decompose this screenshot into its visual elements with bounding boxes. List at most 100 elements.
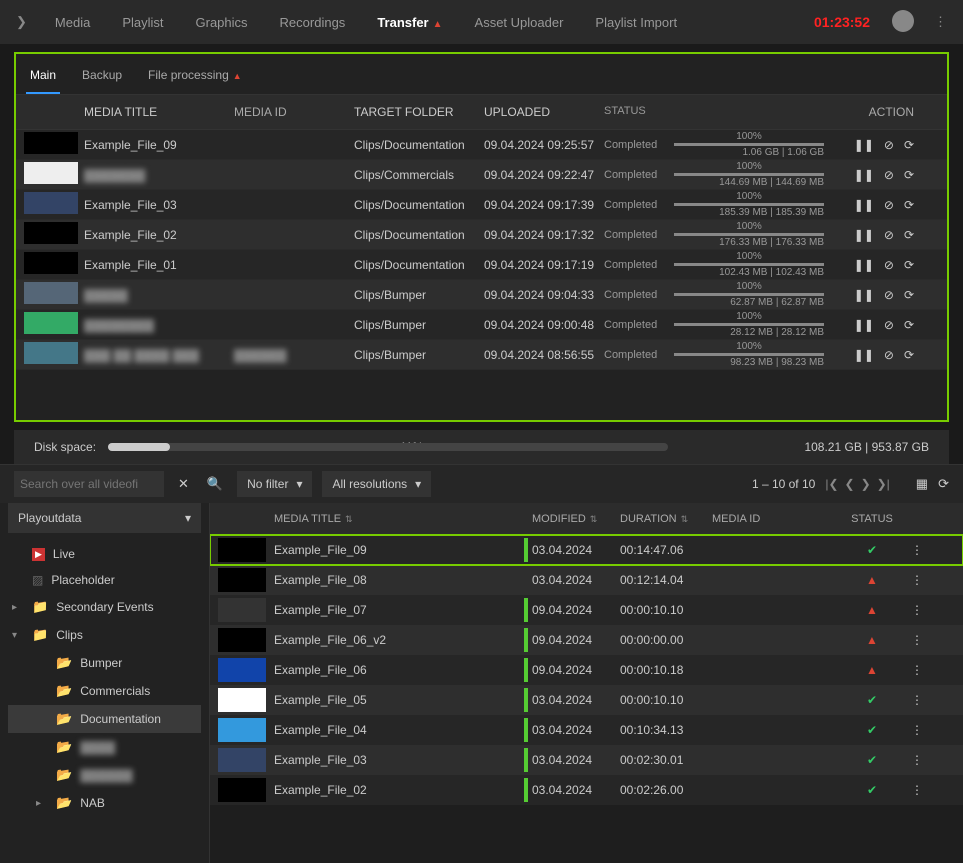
- row-menu-icon[interactable]: ⋮: [911, 783, 923, 797]
- topnav-tab-graphics[interactable]: Graphics: [182, 5, 262, 40]
- page-first-icon[interactable]: |❮: [825, 477, 838, 491]
- row-menu-icon[interactable]: ⋮: [911, 663, 923, 677]
- page-prev-icon[interactable]: ❮: [845, 477, 855, 491]
- transfer-row[interactable]: ▓▓▓▓▓ Clips/Bumper 09.04.2024 09:04:33 C…: [16, 280, 947, 310]
- transfer-row[interactable]: Example_File_01 Clips/Documentation 09.0…: [16, 250, 947, 280]
- media-row[interactable]: Example_File_06 09.04.2024 00:00:10.18 ▲…: [210, 655, 963, 685]
- retry-icon[interactable]: ⟳: [904, 228, 914, 242]
- cancel-icon[interactable]: ⊘: [884, 168, 894, 182]
- tree-item-clips[interactable]: ▾📁Clips: [8, 621, 201, 649]
- cancel-icon[interactable]: ⊘: [884, 198, 894, 212]
- tree-item-placeholder[interactable]: ▨Placeholder: [8, 567, 201, 593]
- topnav-tab-playlist[interactable]: Playlist: [108, 5, 177, 40]
- transfer-tab-main[interactable]: Main: [26, 62, 60, 94]
- live-icon: ▶: [32, 548, 45, 561]
- topnav-tab-recordings[interactable]: Recordings: [266, 5, 360, 40]
- row-menu-icon[interactable]: ⋮: [911, 723, 923, 737]
- retry-icon[interactable]: ⟳: [904, 258, 914, 272]
- row-menu-icon[interactable]: ⋮: [911, 573, 923, 587]
- tree-root-select[interactable]: Playoutdata▾: [8, 503, 201, 533]
- topnav-tab-playlist-import[interactable]: Playlist Import: [581, 5, 691, 40]
- nav-expand-icon[interactable]: ❯: [10, 8, 33, 36]
- topnav-tab-asset-uploader[interactable]: Asset Uploader: [461, 5, 578, 40]
- row-menu-icon[interactable]: ⋮: [911, 633, 923, 647]
- cancel-icon[interactable]: ⊘: [884, 348, 894, 362]
- retry-icon[interactable]: ⟳: [904, 168, 914, 182]
- mcol-duration[interactable]: DURATION: [620, 513, 677, 525]
- transfer-row[interactable]: ▓▓▓▓▓▓▓ Clips/Commercials 09.04.2024 09:…: [16, 160, 947, 190]
- row-menu-icon[interactable]: ⋮: [911, 603, 923, 617]
- row-menu-icon[interactable]: ⋮: [911, 753, 923, 767]
- tree-item-bumper[interactable]: 📂Bumper: [8, 649, 201, 677]
- pause-icon[interactable]: ❚❚: [854, 258, 874, 272]
- retry-icon[interactable]: ⟳: [904, 198, 914, 212]
- resolution-dropdown[interactable]: All resolutions▾: [322, 471, 431, 497]
- tree-item-nab[interactable]: ▸📂NAB: [8, 789, 201, 817]
- media-modified: 03.04.2024: [532, 753, 620, 767]
- mcol-id[interactable]: MEDIA ID: [712, 513, 760, 525]
- filter-dropdown[interactable]: No filter▾: [237, 471, 312, 497]
- search-input[interactable]: [14, 471, 164, 497]
- transfer-row[interactable]: ▓▓▓ ▓▓ ▓▓▓▓ ▓▓▓ ▓▓▓▓▓▓ Clips/Bumper 09.0…: [16, 340, 947, 370]
- row-menu-icon[interactable]: ⋮: [911, 543, 923, 557]
- retry-icon[interactable]: ⟳: [904, 318, 914, 332]
- pause-icon[interactable]: ❚❚: [854, 198, 874, 212]
- clear-icon[interactable]: ✕: [174, 472, 193, 496]
- media-title: Example_File_04: [274, 723, 524, 737]
- tree-item-live[interactable]: ▶Live: [8, 541, 201, 567]
- media-row[interactable]: Example_File_07 09.04.2024 00:00:10.10 ▲…: [210, 595, 963, 625]
- pause-icon[interactable]: ❚❚: [854, 318, 874, 332]
- cancel-icon[interactable]: ⊘: [884, 228, 894, 242]
- transfer-row[interactable]: Example_File_02 Clips/Documentation 09.0…: [16, 220, 947, 250]
- status-warn-icon: ▲: [866, 633, 878, 647]
- pause-icon[interactable]: ❚❚: [854, 138, 874, 152]
- refresh-icon[interactable]: ⟳: [938, 476, 949, 492]
- sort-icon[interactable]: ⇅: [345, 514, 353, 524]
- status-bar: [524, 688, 528, 712]
- transfer-table: MEDIA TITLE MEDIA ID TARGET FOLDER UPLOA…: [16, 95, 947, 370]
- media-row[interactable]: Example_File_03 03.04.2024 00:02:30.01 ✔…: [210, 745, 963, 775]
- media-row[interactable]: Example_File_04 03.04.2024 00:10:34.13 ✔…: [210, 715, 963, 745]
- pause-icon[interactable]: ❚❚: [854, 348, 874, 362]
- tree-item-documentation[interactable]: 📂Documentation: [8, 705, 201, 733]
- topnav-tab-transfer[interactable]: Transfer▲: [363, 5, 456, 40]
- retry-icon[interactable]: ⟳: [904, 138, 914, 152]
- page-last-icon[interactable]: ❯|: [877, 477, 890, 491]
- media-row[interactable]: Example_File_06_v2 09.04.2024 00:00:00.0…: [210, 625, 963, 655]
- transfer-row[interactable]: Example_File_03 Clips/Documentation 09.0…: [16, 190, 947, 220]
- tree-item-▓▓▓▓▓▓[interactable]: 📂▓▓▓▓▓▓: [8, 761, 201, 789]
- mcol-title[interactable]: MEDIA TITLE: [274, 513, 341, 525]
- cancel-icon[interactable]: ⊘: [884, 258, 894, 272]
- tree-item-secondary-events[interactable]: ▸📁Secondary Events: [8, 593, 201, 621]
- row-title: ▓▓▓▓▓▓▓: [84, 168, 234, 182]
- sort-icon[interactable]: ⇅: [681, 514, 689, 524]
- pause-icon[interactable]: ❚❚: [854, 168, 874, 182]
- row-menu-icon[interactable]: ⋮: [911, 693, 923, 707]
- sort-icon[interactable]: ⇅: [590, 514, 598, 524]
- retry-icon[interactable]: ⟳: [904, 348, 914, 362]
- page-next-icon[interactable]: ❯: [861, 477, 871, 491]
- tree-item-commercials[interactable]: 📂Commercials: [8, 677, 201, 705]
- cancel-icon[interactable]: ⊘: [884, 318, 894, 332]
- tree-item-▓▓▓▓[interactable]: 📂▓▓▓▓: [8, 733, 201, 761]
- cancel-icon[interactable]: ⊘: [884, 138, 894, 152]
- media-row[interactable]: Example_File_08 03.04.2024 00:12:14.04 ▲…: [210, 565, 963, 595]
- grid-view-icon[interactable]: ▦: [916, 476, 928, 492]
- transfer-row[interactable]: ▓▓▓▓▓▓▓▓ Clips/Bumper 09.04.2024 09:00:4…: [16, 310, 947, 340]
- transfer-tab-backup[interactable]: Backup: [78, 62, 126, 94]
- user-icon[interactable]: [886, 4, 920, 41]
- kebab-menu-icon[interactable]: ⋮: [928, 8, 953, 36]
- topnav-tab-media[interactable]: Media: [41, 5, 104, 40]
- row-status: Completed: [604, 349, 674, 361]
- media-row[interactable]: Example_File_09 03.04.2024 00:14:47.06 ✔…: [210, 535, 963, 565]
- transfer-tab-file-processing[interactable]: File processing▲: [144, 62, 246, 94]
- cancel-icon[interactable]: ⊘: [884, 288, 894, 302]
- pause-icon[interactable]: ❚❚: [854, 288, 874, 302]
- search-icon[interactable]: 🔍: [203, 472, 227, 496]
- pause-icon[interactable]: ❚❚: [854, 228, 874, 242]
- media-row[interactable]: Example_File_02 03.04.2024 00:02:26.00 ✔…: [210, 775, 963, 805]
- retry-icon[interactable]: ⟳: [904, 288, 914, 302]
- mcol-modified[interactable]: MODIFIED: [532, 513, 586, 525]
- transfer-row[interactable]: Example_File_09 Clips/Documentation 09.0…: [16, 130, 947, 160]
- media-row[interactable]: Example_File_05 03.04.2024 00:00:10.10 ✔…: [210, 685, 963, 715]
